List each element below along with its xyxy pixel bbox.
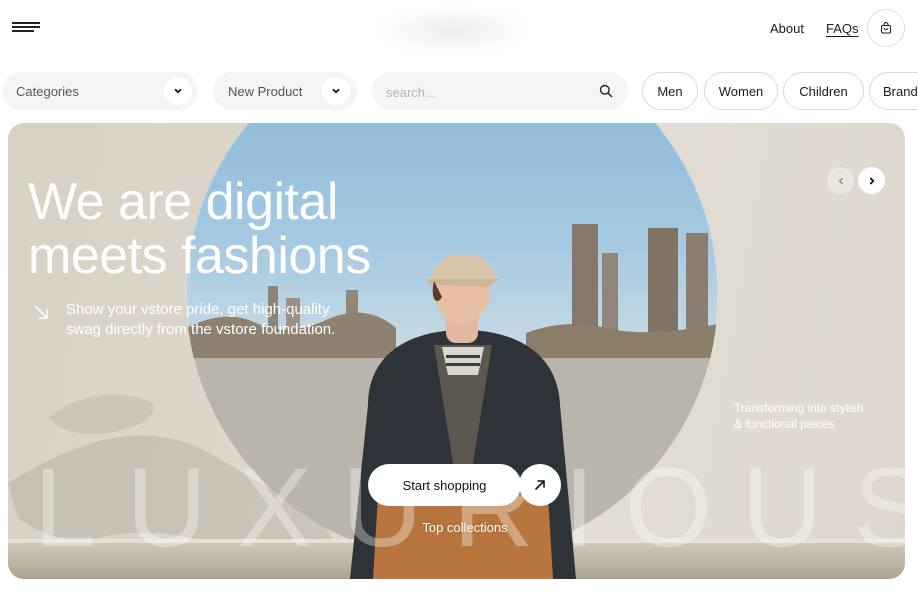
arrow-down-right-icon [35, 306, 48, 319]
chevron-left-icon [838, 177, 843, 184]
start-shopping-button[interactable]: Start shopping [368, 464, 521, 506]
chevron-down-icon [332, 88, 340, 94]
hero-side-text-line: & functional pieces [734, 417, 835, 431]
nav-link-faqs[interactable]: FAQs [826, 21, 859, 36]
hero-side-text: Transforming into stylish & functional p… [734, 400, 894, 432]
search-input[interactable] [386, 83, 586, 101]
hero-subtitle-line: swag directly from the vstore foundation… [66, 321, 336, 338]
shopping-bag-icon [880, 22, 892, 34]
arrow-up-right-icon [535, 480, 545, 490]
categories-label: Categories [16, 84, 79, 99]
chevron-down-icon [174, 88, 182, 94]
chip-men[interactable]: Men [642, 72, 698, 110]
hero-title: We are digital meets fashions [28, 175, 428, 283]
chip-children[interactable]: Children [783, 72, 864, 110]
logo[interactable] [378, 8, 528, 52]
carousel-next-button[interactable] [858, 167, 885, 194]
chevron-right-icon [869, 177, 874, 184]
categories-chevron-button[interactable] [164, 77, 192, 105]
new-product-label: New Product [228, 84, 303, 99]
hero-subtitle-line: Show your vstore pride, get high-quality [66, 301, 330, 318]
hero-title-line: We are digital [28, 173, 338, 231]
hero-banner: LUXURIOUS We are digital meets fashions … [8, 123, 905, 579]
chip-women[interactable]: Women [704, 72, 778, 110]
carousel-prev-button[interactable] [827, 167, 854, 194]
cart-button[interactable] [867, 9, 905, 47]
start-shopping-arrow-button[interactable] [519, 464, 561, 506]
categories-dropdown[interactable]: Categories [2, 72, 198, 110]
search-bar [372, 72, 628, 110]
new-product-dropdown[interactable]: New Product [213, 72, 357, 110]
new-product-chevron-button[interactable] [322, 77, 350, 105]
search-icon[interactable] [598, 83, 614, 99]
hero-side-text-line: Transforming into stylish [734, 401, 864, 415]
nav-link-about[interactable]: About [770, 21, 804, 36]
chip-brand[interactable]: Brand [869, 72, 918, 110]
hamburger-menu-icon[interactable] [12, 21, 42, 35]
top-collections-link[interactable]: Top collections [402, 520, 528, 535]
hero-watermark: LUXURIOUS [34, 445, 905, 570]
hero-title-line: meets fashions [28, 227, 371, 285]
site-header: About FAQs [0, 0, 918, 60]
hero-subtitle: Show your vstore pride, get high-quality… [66, 300, 356, 340]
